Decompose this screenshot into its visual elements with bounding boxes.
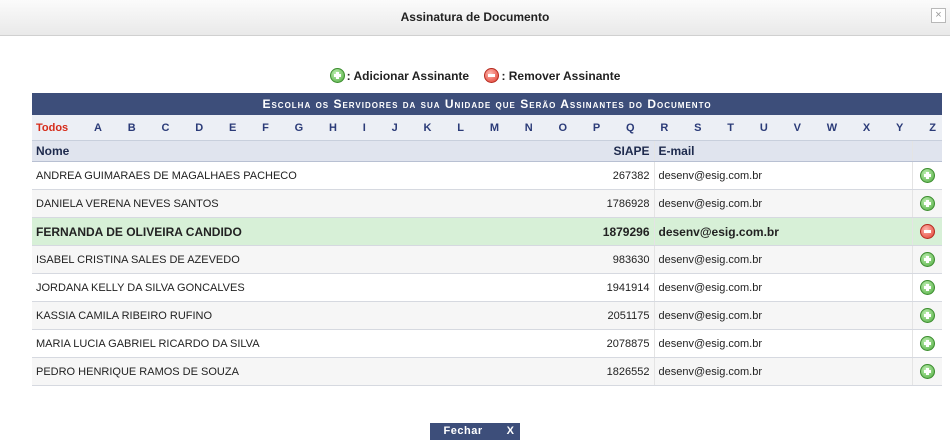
- table-row: PEDRO HENRIQUE RAMOS DE SOUZA 1826552 dese…: [32, 357, 942, 386]
- table-row: MARIA LUCIA GABRIEL RICARDO DA SILVA 2078…: [32, 329, 942, 358]
- dialog-title: Assinatura de Documento: [400, 10, 550, 24]
- column-header-action: [911, 141, 942, 162]
- letter-filter-e[interactable]: E: [227, 122, 238, 134]
- letter-filter-x[interactable]: X: [861, 122, 872, 134]
- letter-filter-g[interactable]: G: [293, 122, 306, 134]
- cell-action: [911, 357, 942, 386]
- cell-nome: DANIELA VERENA NEVES SANTOS: [32, 189, 592, 218]
- letter-filter-y[interactable]: Y: [894, 122, 905, 134]
- letter-filter-a[interactable]: A: [92, 122, 104, 134]
- cell-siape: 1879296: [592, 217, 654, 246]
- close-button[interactable]: Fechar X: [429, 423, 521, 440]
- table-row: FERNANDA DE OLIVEIRA CANDIDO 1879296 desen…: [32, 217, 942, 246]
- signers-table: Nome SIAPE E-mail ANDREA GUIMARAES DE MA…: [32, 141, 942, 386]
- minus-circle-icon: [484, 68, 500, 83]
- table-row: ANDREA GUIMARAES DE MAGALHAES PACHECO 267…: [32, 161, 942, 190]
- letter-filter-n[interactable]: N: [523, 122, 535, 134]
- cell-action: [911, 245, 942, 274]
- legend-remove: : Remover Assinante: [484, 68, 620, 83]
- letter-filter-z[interactable]: Z: [927, 122, 938, 134]
- cell-nome: JORDANA KELLY DA SILVA GONCALVES: [32, 273, 592, 302]
- add-signer-icon[interactable]: [919, 336, 935, 351]
- letter-filter-c[interactable]: C: [159, 122, 171, 134]
- letter-filter-k[interactable]: K: [422, 122, 434, 134]
- column-header-nome: Nome: [32, 141, 592, 162]
- cell-action: [911, 329, 942, 358]
- cell-action: [911, 189, 942, 218]
- cell-email: desenv@esig.com.br: [653, 217, 912, 246]
- cell-nome: KASSIA CAMILA RIBEIRO RUFINO: [32, 301, 592, 330]
- cell-siape: 1826552: [592, 357, 654, 386]
- cell-action: [911, 301, 942, 330]
- alphabet-filter: Todos A B C D E F G H I J K L M N O P Q R S T U V W X Y Z: [32, 115, 942, 141]
- add-signer-icon[interactable]: [919, 252, 935, 267]
- cell-action: [911, 161, 942, 190]
- table-row: ISABEL CRISTINA SALES DE AZEVEDO 983630 de…: [32, 245, 942, 274]
- cell-siape: 2051175: [592, 301, 654, 330]
- letter-filter-u[interactable]: U: [758, 122, 770, 134]
- legend-remove-label: : Remover Assinante: [501, 68, 621, 83]
- letter-filter-i[interactable]: I: [361, 122, 368, 134]
- table-row: JORDANA KELLY DA SILVA GONCALVES 1941914 d…: [32, 273, 942, 302]
- cell-action: [911, 217, 942, 246]
- signers-panel: Escolha os Servidores da sua Unidade que…: [32, 93, 942, 386]
- cell-action: [911, 273, 942, 302]
- letter-filter-t[interactable]: T: [725, 122, 736, 134]
- table-header-row: Nome SIAPE E-mail: [32, 141, 942, 162]
- cell-siape: 2078875: [592, 329, 654, 358]
- plus-circle-icon: [329, 68, 345, 83]
- cell-nome: ISABEL CRISTINA SALES DE AZEVEDO: [32, 245, 592, 274]
- table-row: KASSIA CAMILA RIBEIRO RUFINO 2051175 desen…: [32, 301, 942, 330]
- letter-filter-todos[interactable]: Todos: [34, 122, 70, 134]
- dialog-titlebar: Assinatura de Documento ×: [0, 0, 950, 36]
- letter-filter-h[interactable]: H: [327, 122, 339, 134]
- column-header-siape: SIAPE: [592, 141, 654, 162]
- cell-email: desenv@esig.com.br: [653, 245, 912, 274]
- cell-nome: FERNANDA DE OLIVEIRA CANDIDO: [32, 217, 592, 246]
- cell-siape: 983630: [592, 245, 654, 274]
- cell-siape: 1941914: [592, 273, 654, 302]
- cell-email: desenv@esig.com.br: [653, 357, 912, 386]
- letter-filter-l[interactable]: L: [455, 122, 466, 134]
- legend-add-label: : Adicionar Assinante: [346, 68, 470, 83]
- close-icon[interactable]: ×: [931, 8, 946, 23]
- remove-signer-icon[interactable]: [919, 224, 935, 240]
- letter-filter-j[interactable]: J: [390, 122, 400, 134]
- column-header-email: E-mail: [653, 141, 912, 162]
- cell-siape: 267382: [592, 161, 654, 190]
- letter-filter-q[interactable]: Q: [624, 122, 637, 134]
- cell-email: desenv@esig.com.br: [653, 273, 912, 302]
- add-signer-icon[interactable]: [919, 308, 935, 323]
- letter-filter-r[interactable]: R: [658, 122, 670, 134]
- add-signer-icon[interactable]: [919, 280, 935, 295]
- letter-filter-m[interactable]: M: [488, 122, 501, 134]
- add-signer-icon[interactable]: [919, 168, 935, 183]
- legend-add: : Adicionar Assinante: [329, 68, 470, 83]
- cell-email: desenv@esig.com.br: [653, 161, 912, 190]
- close-button-label: Fechar: [443, 425, 483, 437]
- panel-caption: Escolha os Servidores da sua Unidade que…: [32, 93, 942, 115]
- letter-filter-d[interactable]: D: [193, 122, 205, 134]
- add-signer-icon[interactable]: [919, 196, 935, 211]
- cell-email: desenv@esig.com.br: [653, 329, 912, 358]
- cell-nome: MARIA LUCIA GABRIEL RICARDO DA SILVA: [32, 329, 592, 358]
- close-button-x: X: [506, 425, 515, 437]
- cell-siape: 1786928: [592, 189, 654, 218]
- letter-filter-w[interactable]: W: [825, 122, 839, 134]
- legend: : Adicionar Assinante : Remover Assinant…: [0, 68, 950, 86]
- dialog-footer: Fechar X: [0, 421, 950, 440]
- letter-filter-o[interactable]: O: [557, 122, 570, 134]
- cell-nome: ANDREA GUIMARAES DE MAGALHAES PACHECO: [32, 161, 592, 190]
- cell-email: desenv@esig.com.br: [653, 189, 912, 218]
- cell-nome: PEDRO HENRIQUE RAMOS DE SOUZA: [32, 357, 592, 386]
- add-signer-icon[interactable]: [919, 364, 935, 379]
- table-row: DANIELA VERENA NEVES SANTOS 1786928 desenv…: [32, 189, 942, 218]
- cell-email: desenv@esig.com.br: [653, 301, 912, 330]
- letter-filter-s[interactable]: S: [692, 122, 703, 134]
- letter-filter-f[interactable]: F: [260, 122, 271, 134]
- letter-filter-b[interactable]: B: [126, 122, 138, 134]
- letter-filter-v[interactable]: V: [792, 122, 803, 134]
- letter-filter-p[interactable]: P: [591, 122, 602, 134]
